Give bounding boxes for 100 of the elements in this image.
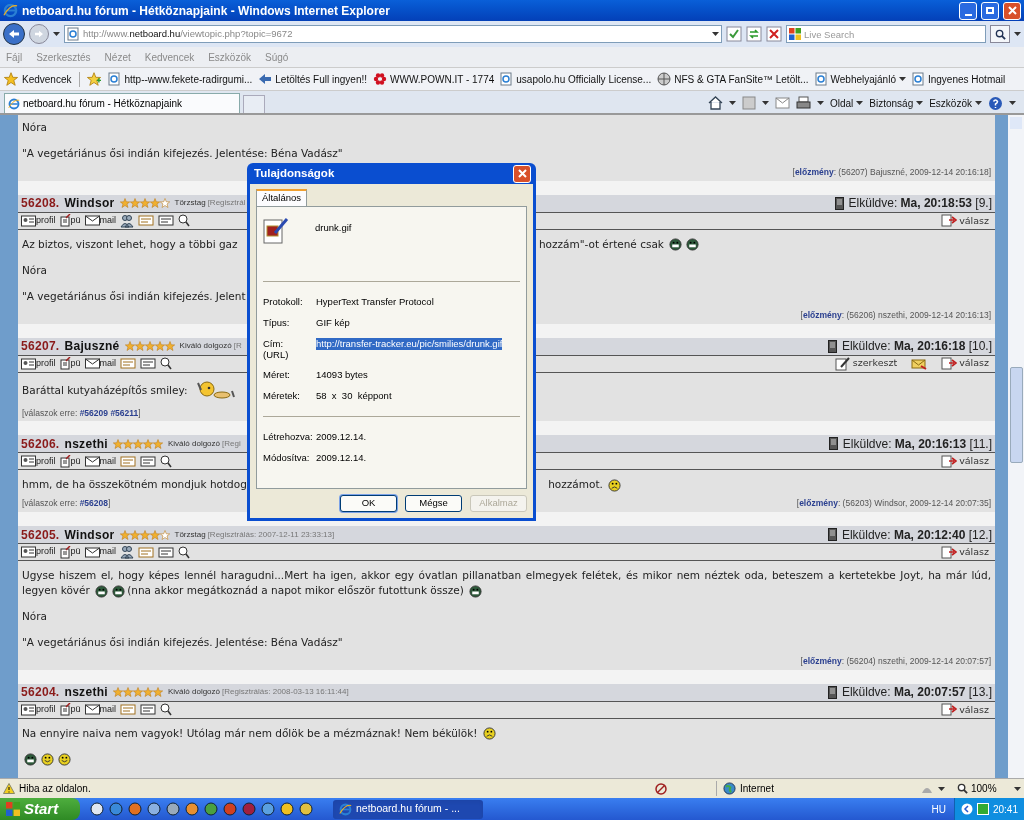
help-icon[interactable] [988,95,1003,111]
profile-link[interactable]: profil [21,454,56,468]
start-button[interactable]: Start [0,798,80,820]
close-button[interactable] [513,164,531,183]
zoom-level[interactable]: 100% [971,781,1011,796]
caret-icon[interactable] [761,101,769,105]
quick-launch-icon[interactable] [242,802,256,816]
quick-launch-icon[interactable] [109,802,123,816]
quick-launch-icon[interactable] [90,802,104,816]
favorite-link[interactable]: usapolo.hu Officially License... [500,71,652,87]
search-icon[interactable] [160,703,173,717]
privacy-icon[interactable] [654,781,668,796]
caret-icon[interactable] [1014,32,1021,36]
scrollbar[interactable] [1008,115,1024,778]
edit-link[interactable]: szerkeszt [834,356,898,371]
search-button[interactable] [990,25,1010,43]
taskbar-button[interactable]: netboard.hu fórum - ... [333,799,483,819]
command-menu[interactable]: Oldal [829,95,864,111]
back-button[interactable] [3,23,25,45]
home-icon[interactable] [707,96,723,110]
caret-icon[interactable] [898,77,906,81]
quick-launch-icon[interactable] [280,802,294,816]
mail-link[interactable]: mail [84,356,117,371]
private-message-link[interactable]: pü [59,214,81,228]
caret-icon[interactable] [1009,101,1016,105]
quick-launch-icon[interactable] [166,802,180,816]
caret-icon[interactable] [1014,786,1021,791]
caret-icon[interactable] [53,32,60,36]
private-message-link[interactable]: pü [59,454,81,468]
add-favorite-icon[interactable] [86,72,103,86]
stop-icon[interactable] [766,26,782,42]
private-message-link[interactable]: pü [59,703,81,717]
reply-link[interactable]: válasz [941,454,989,469]
search-icon[interactable] [178,214,191,228]
dialog-button[interactable]: OK [340,495,397,512]
previous-post-link[interactable]: [előzmény: (56206) nszethi, 2009-12-14 20:16:13] [800,308,991,322]
mail-link[interactable]: mail [84,454,117,468]
quick-launch-icon[interactable] [147,802,161,816]
printer-icon[interactable] [795,96,811,110]
command-menu[interactable]: Biztonság [869,95,924,111]
caret-icon[interactable] [938,786,945,791]
language-indicator[interactable]: HU [923,801,954,817]
favorite-link[interactable]: NFS & GTA FanSite™ Letölt... [657,71,809,87]
search-icon[interactable] [160,454,173,468]
profile-link[interactable]: profil [21,703,56,717]
quick-launch-icon[interactable] [128,802,142,816]
scrollbar-thumb[interactable] [1009,367,1023,463]
mail-icon[interactable] [774,97,790,109]
search-field[interactable]: Live Search [786,25,986,43]
restore-button[interactable] [981,1,999,20]
caret-icon[interactable] [728,101,736,105]
caret-icon[interactable] [856,101,864,105]
search-icon[interactable] [160,357,173,370]
caret-icon[interactable] [975,101,982,105]
previous-post-link[interactable]: [előzmény: (56204) nszethi, 2009-12-14 20:07:57] [800,655,991,668]
refresh-icon[interactable] [746,26,762,42]
favorite-link[interactable]: http--www.fekete-radirgumi... [108,71,253,87]
close-button[interactable] [1003,1,1021,20]
tray-icon[interactable] [976,803,989,815]
quick-launch-icon[interactable] [261,802,275,816]
minimize-button[interactable] [959,1,977,20]
caret-icon[interactable] [916,101,924,105]
mail-link[interactable]: mail [84,214,117,228]
private-message-link[interactable]: pü [59,545,81,559]
profile-link[interactable]: profil [21,545,56,559]
previous-post-link[interactable]: [előzmény: (56203) Windsor, 2009-12-14 20:07:35] [796,497,991,510]
reply-link[interactable]: válasz [941,356,989,371]
search-icon[interactable] [178,545,191,559]
quick-launch-icon[interactable] [299,802,313,816]
compatibility-icon[interactable] [726,26,742,42]
dialog-tab[interactable]: Általános [256,189,308,206]
mail-link[interactable]: mail [84,545,117,559]
address-field[interactable]: http://www.netboard.hu/viewtopic.php?topic=9672 [64,25,722,43]
post-text: hmm, de ha összekötném mondjuk hotdog [22,478,248,491]
globe-icon [723,782,736,795]
profile-link[interactable]: profil [21,214,56,228]
reply-link[interactable]: válasz [941,213,989,228]
favorite-link[interactable]: Letöltés Full ingyen!! [258,71,368,87]
people-icon[interactable] [120,545,135,559]
favorite-link[interactable]: Ingyenes Hotmail [911,71,1006,87]
dialog-button[interactable]: Mégse [405,495,462,512]
reply-link[interactable]: válasz [941,702,989,717]
profile-link[interactable]: profil [21,356,56,371]
file-name: drunk.gif [315,221,352,235]
previous-post-link[interactable]: [előzmény: (56207) Bajuszné, 2009-12-14 20:16:18] [792,166,991,179]
command-menu[interactable]: Eszközök [929,95,982,111]
mail-link[interactable]: mail [84,703,117,717]
quick-launch-icon[interactable] [185,802,199,816]
caret-icon[interactable] [712,32,719,36]
favorite-link[interactable]: Webhelyajánló [814,71,906,87]
people-icon[interactable] [120,213,135,228]
caret-icon[interactable] [816,101,824,105]
reply-link[interactable]: válasz [941,544,989,560]
favorite-link[interactable]: WWW.POWN.IT - 1774 [373,71,495,87]
warning-icon[interactable] [3,783,15,794]
private-message-link[interactable]: pü [59,356,81,371]
envelope-icon[interactable] [911,357,928,370]
quick-launch-icon[interactable] [204,802,218,816]
favorites-button[interactable]: Kedvencek [4,71,81,87]
browser-tab[interactable]: netboard.hu fórum - Hétköznapjaink [4,93,240,113]
